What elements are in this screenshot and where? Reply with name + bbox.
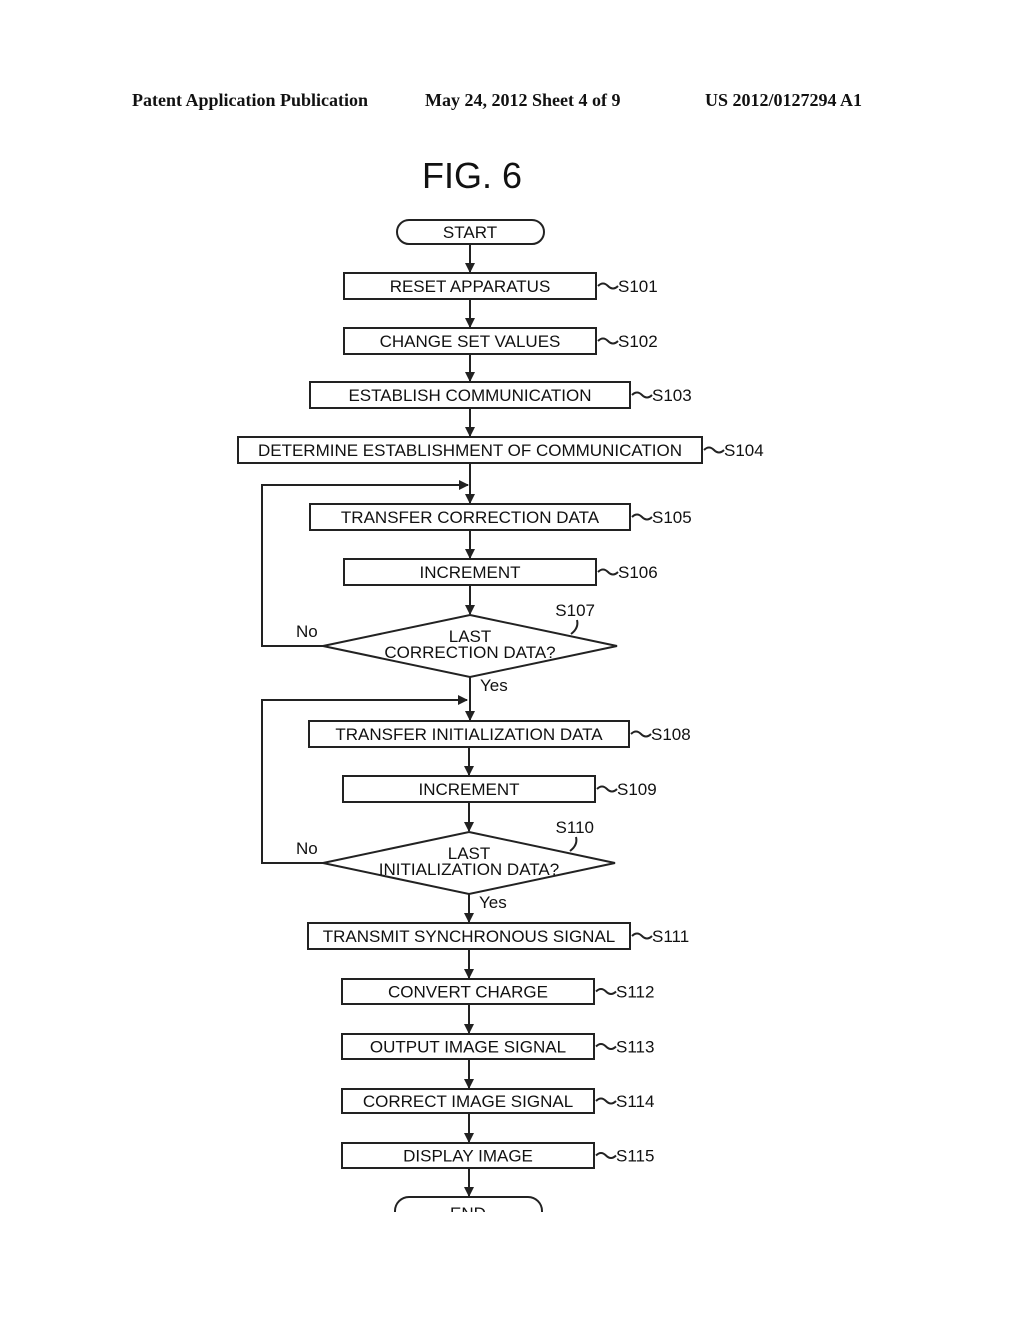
start-terminal: START [396, 219, 545, 245]
decision: LASTINITIALIZATION DATA?S110NoYes [296, 818, 616, 912]
decision: LASTCORRECTION DATA?S107NoYes [296, 601, 618, 695]
process-step: TRANSMIT SYNCHRONOUS SIGNAL S111 [307, 922, 689, 950]
step-id: S115 [616, 1147, 654, 1166]
step-id: S101 [618, 277, 658, 296]
step-label: CONVERT CHARGE [388, 983, 548, 1002]
yes-label: Yes [479, 893, 507, 912]
leader-line [630, 730, 652, 738]
step-label: DISPLAY IMAGE [403, 1147, 533, 1166]
process-step: TRANSFER INITIALIZATION DATA S108 [308, 720, 691, 748]
step-id: S111 [652, 927, 689, 946]
leader-line [569, 836, 578, 852]
process-step: OUTPUT IMAGE SIGNAL S113 [341, 1033, 654, 1060]
process-step: RESET APPARATUS S101 [343, 272, 658, 300]
no-label: No [296, 622, 318, 641]
leader-line [597, 282, 619, 290]
process-step: TRANSFER CORRECTION DATA S105 [309, 503, 692, 531]
step-label: ESTABLISH COMMUNICATION [348, 386, 591, 405]
leader-line [595, 1152, 617, 1159]
step-label: TRANSFER INITIALIZATION DATA [335, 725, 603, 744]
step-id: S107 [555, 601, 595, 620]
step-label: TRANSMIT SYNCHRONOUS SIGNAL [323, 927, 616, 946]
process-step: CONVERT CHARGE S112 [341, 978, 654, 1005]
process-step: ESTABLISH COMMUNICATION S103 [309, 381, 692, 409]
step-label: OUTPUT IMAGE SIGNAL [370, 1038, 566, 1057]
page-bottom [0, 1212, 1024, 1320]
leader-line [703, 446, 725, 454]
leader-line [596, 785, 618, 793]
leader-line [631, 513, 653, 521]
process-step: INCREMENT S106 [343, 558, 658, 586]
process-step: DETERMINE ESTABLISHMENT OF COMMUNICATION… [237, 436, 764, 464]
leader-line [595, 1043, 617, 1050]
leader-line [595, 988, 617, 995]
process-step: DISPLAY IMAGE S115 [341, 1142, 654, 1169]
step-id: S110 [556, 818, 594, 837]
process-step: INCREMENT S109 [342, 775, 657, 803]
step-id: S106 [618, 563, 658, 582]
leader-line [595, 1097, 617, 1105]
step-label: INCREMENT [418, 780, 519, 799]
process-step: CHANGE SET VALUES S102 [343, 327, 658, 355]
leader-line [631, 391, 653, 399]
leader-line [570, 619, 579, 635]
step-id: S114 [616, 1092, 654, 1111]
step-label: TRANSFER CORRECTION DATA [341, 508, 600, 527]
leader-line [597, 337, 619, 345]
step-id: S109 [617, 780, 657, 799]
step-label: DETERMINE ESTABLISHMENT OF COMMUNICATION [258, 441, 682, 460]
step-id: S108 [651, 725, 691, 744]
step-label: CORRECT IMAGE SIGNAL [363, 1092, 573, 1111]
step-id: S103 [652, 386, 692, 405]
step-label: RESET APPARATUS [390, 277, 551, 296]
step-id: S113 [616, 1038, 654, 1057]
process-step: CORRECT IMAGE SIGNAL S114 [341, 1088, 654, 1114]
yes-label: Yes [480, 676, 508, 695]
no-label: No [296, 839, 318, 858]
decision-text-line2: INITIALIZATION DATA? [379, 860, 559, 879]
step-label: INCREMENT [419, 563, 520, 582]
start-label: START [443, 223, 497, 242]
step-label: CHANGE SET VALUES [380, 332, 561, 351]
leader-line [597, 568, 619, 576]
step-id: S105 [652, 508, 692, 527]
step-id: S104 [724, 441, 764, 460]
step-id: S112 [616, 983, 654, 1002]
flowchart: START RESET APPARATUS S101 CHANGE SET VALU… [237, 219, 764, 1228]
step-id: S102 [618, 332, 658, 351]
decision-text-line2: CORRECTION DATA? [384, 643, 555, 662]
leader-line [631, 932, 653, 940]
